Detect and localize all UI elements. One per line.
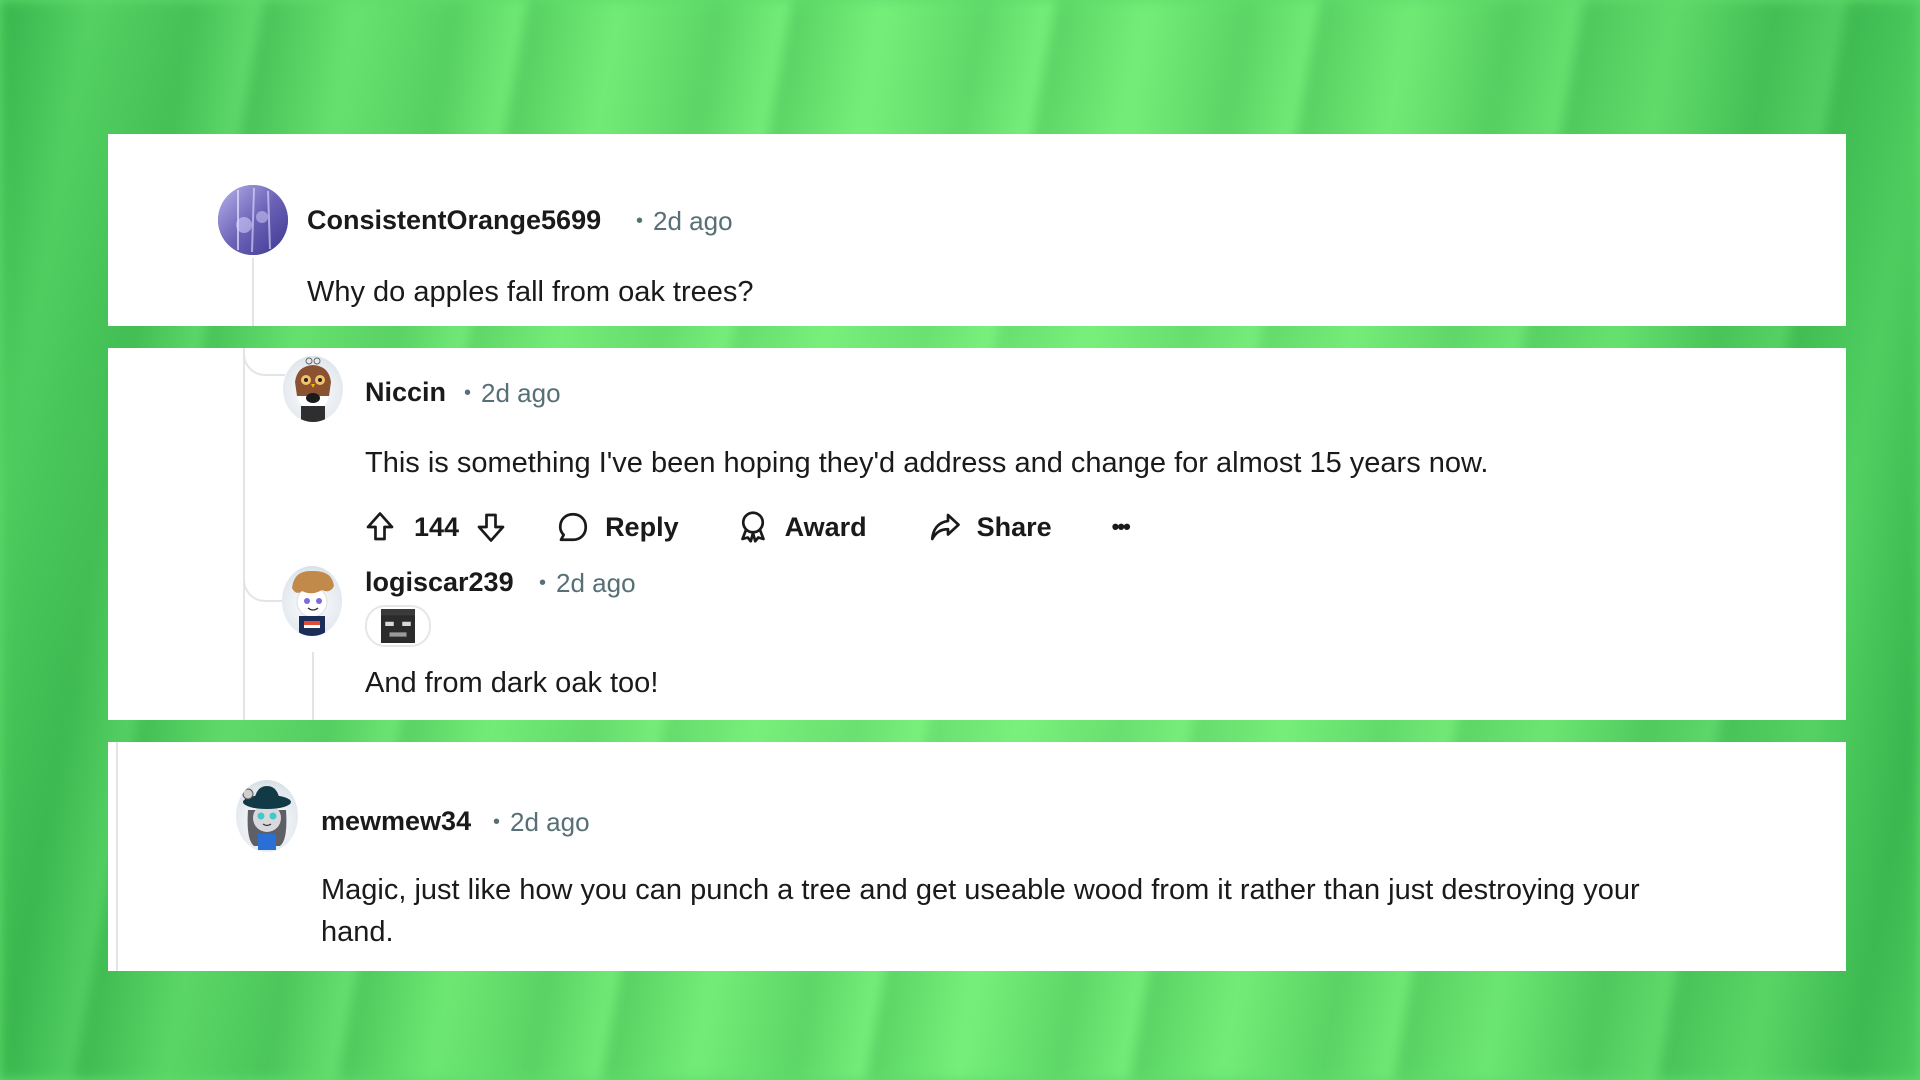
comment-timestamp: • 2d ago [464, 378, 561, 409]
thread-line[interactable] [312, 652, 314, 720]
comment-body-line-1: Magic, just like how you can punch a tre… [321, 874, 1640, 906]
comment-author[interactable]: Niccin [365, 377, 446, 408]
time-ago: 2d ago [510, 807, 590, 837]
comment-body-line-2: hand. [321, 916, 394, 948]
user-flair [365, 605, 431, 647]
comment-author[interactable]: ConsistentOrange5699 [307, 205, 601, 236]
speech-bubble-icon [558, 512, 588, 542]
thread-line[interactable] [252, 258, 254, 326]
owl-snoo-avatar[interactable] [283, 356, 343, 422]
comment-body: And from dark oak too! [365, 667, 659, 699]
comment-body: This is something I've been hoping they'… [365, 447, 1489, 479]
award-label: Award [784, 511, 867, 542]
reply-button[interactable]: Reply [555, 509, 679, 545]
meta-separator: • [493, 811, 501, 833]
comment-author[interactable]: logiscar239 [365, 567, 514, 598]
reply-label: Reply [605, 511, 679, 542]
more-options-button[interactable]: ••• [1111, 514, 1131, 540]
share-label: Share [976, 511, 1052, 542]
comment-timestamp: • 2d ago [539, 568, 636, 599]
time-ago: 2d ago [556, 568, 636, 598]
share-button[interactable]: Share [927, 509, 1052, 545]
meta-separator: • [636, 210, 644, 232]
downvote-arrow-icon [477, 513, 505, 542]
time-ago: 2d ago [653, 206, 733, 236]
share-arrow-icon [930, 513, 960, 541]
comment-timestamp: • 2d ago [493, 807, 590, 838]
vote-score: 144 [414, 511, 460, 542]
thread-line[interactable] [243, 348, 245, 720]
purple-forest-avatar[interactable] [218, 185, 288, 255]
thread-line[interactable] [116, 742, 118, 971]
comment-body: Why do apples fall from oak trees? [307, 276, 754, 308]
time-ago: 2d ago [481, 378, 561, 408]
meta-separator: • [539, 572, 547, 594]
thread-branch [243, 560, 285, 602]
comment-author[interactable]: mewmew34 [321, 806, 471, 837]
curly-hair-snoo-avatar[interactable] [282, 566, 342, 636]
comment-action-bar: 144 Reply Award Share ••• [362, 504, 1131, 550]
downvote-button[interactable] [473, 509, 509, 545]
wither-skull-flair [381, 609, 415, 643]
upvote-button[interactable] [362, 509, 398, 545]
ellipsis-icon: ••• [1111, 514, 1131, 539]
comment-timestamp: • 2d ago [636, 206, 733, 237]
cat-hat-snoo-avatar[interactable] [236, 780, 298, 852]
award-ribbon-icon [740, 511, 765, 543]
upvote-arrow-icon [366, 512, 394, 541]
award-button[interactable]: Award [735, 509, 867, 545]
meta-separator: • [464, 382, 472, 404]
